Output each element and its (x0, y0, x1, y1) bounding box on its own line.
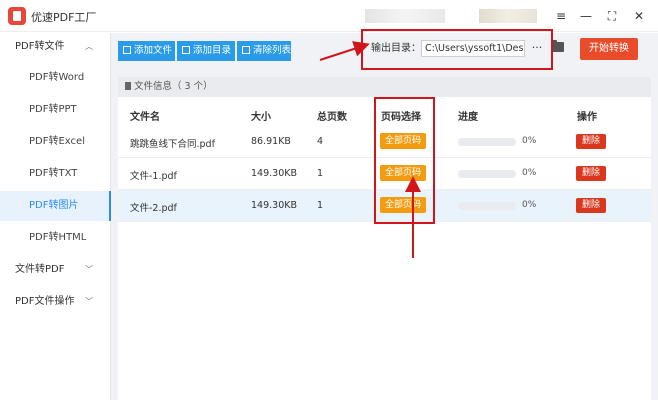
file-name: 跳跳鱼线下合同.pdf (130, 139, 215, 150)
chevron-down-icon: ﹀ (85, 297, 93, 306)
browse-button[interactable]: ··· (529, 40, 545, 57)
table-row[interactable]: 跳跳鱼线下合同.pdf 86.91KB 4 全部页码 0% 删除 (118, 126, 651, 158)
progress-text: 0% (522, 136, 537, 146)
page-count: 1 (317, 200, 324, 211)
delete-button[interactable]: 删除 (576, 166, 606, 181)
progress-bar (458, 202, 516, 210)
column-header-progress: 进度 (458, 112, 478, 123)
column-header-action: 操作 (577, 112, 597, 123)
file-size: 149.30KB (251, 168, 297, 179)
add-folder-label: 添加目录 (193, 45, 232, 56)
app-logo-icon (8, 7, 26, 25)
document-icon (125, 82, 131, 90)
column-header-page-select: 页码选择 (381, 112, 421, 123)
sidebar-item-pdf-to-image[interactable]: PDF转图片 (0, 191, 111, 221)
file-name: 文件-1.pdf (130, 171, 177, 182)
file-icon (123, 46, 131, 54)
nav-group-pdf-operations[interactable]: PDF文件操作 ﹀ (0, 290, 111, 314)
progress-bar (458, 170, 516, 178)
sidebar-item-pdf-to-ppt[interactable]: PDF转PPT (0, 95, 111, 125)
file-size: 149.30KB (251, 200, 297, 211)
output-dir-label: 输出目录： (371, 43, 421, 54)
output-dir-input[interactable]: C:\Users\yssoft1\Deskt (421, 40, 525, 57)
progress-text: 0% (522, 200, 537, 210)
sidebar-item-pdf-to-txt[interactable]: PDF转TXT (0, 159, 111, 189)
table-row[interactable]: 文件-2.pdf 149.30KB 1 全部页码 0% 删除 (118, 190, 651, 222)
progress-bar (458, 138, 516, 146)
page-select-button[interactable]: 全部页码 (380, 197, 426, 213)
column-header-name: 文件名 (130, 112, 160, 123)
page-select-button[interactable]: 全部页码 (380, 133, 426, 149)
title-bar: 优速PDF工厂 ≡ — ⛶ ✕ (0, 0, 658, 32)
sidebar-item-pdf-to-excel[interactable]: PDF转Excel (0, 127, 111, 157)
file-name: 文件-2.pdf (130, 203, 177, 214)
sidebar-item-pdf-to-html[interactable]: PDF转HTML (0, 223, 111, 253)
clear-list-label: 清除列表 (253, 45, 292, 56)
trash-icon (242, 46, 250, 54)
delete-button[interactable]: 删除 (576, 198, 606, 213)
open-folder-icon[interactable] (552, 40, 564, 52)
file-info-text: 文件信息（ 3 个） (134, 81, 213, 92)
chevron-up-icon: ︿ (85, 42, 93, 51)
blurred-user-info (365, 9, 445, 23)
sidebar: PDF转文件 ︿ PDF转Word PDF转PPT PDF转Excel PDF转… (0, 33, 111, 400)
file-table: 文件名 大小 总页数 页码选择 进度 操作 跳跳鱼线下合同.pdf 86.91K… (118, 97, 651, 400)
chevron-down-icon: ﹀ (85, 265, 93, 274)
page-count: 4 (317, 136, 324, 147)
add-file-button[interactable]: 添加文件 (118, 41, 175, 61)
menu-icon[interactable]: ≡ (552, 7, 570, 25)
blurred-account-info (479, 9, 537, 23)
nav-group-label: PDF转文件 (15, 41, 65, 52)
close-icon[interactable]: ✕ (630, 7, 648, 25)
column-header-size: 大小 (251, 112, 271, 123)
page-select-button[interactable]: 全部页码 (380, 165, 426, 181)
nav-group-label: PDF文件操作 (15, 296, 75, 307)
nav-group-pdf-to-file[interactable]: PDF转文件 ︿ (0, 35, 111, 59)
sidebar-item-pdf-to-word[interactable]: PDF转Word (0, 63, 111, 93)
add-folder-button[interactable]: 添加目录 (177, 41, 235, 61)
nav-group-file-to-pdf[interactable]: 文件转PDF ﹀ (0, 258, 111, 282)
add-file-label: 添加文件 (134, 45, 173, 56)
start-convert-button[interactable]: 开始转换 (580, 38, 638, 60)
main-panel: 添加文件 添加目录 清除列表 输出目录： C:\Users\yssoft1\De… (111, 33, 658, 400)
maximize-icon[interactable]: ⛶ (603, 7, 621, 25)
table-row[interactable]: 文件-1.pdf 149.30KB 1 全部页码 0% 删除 (118, 158, 651, 190)
page-count: 1 (317, 168, 324, 179)
app-title: 优速PDF工厂 (31, 11, 97, 24)
column-header-pages: 总页数 (317, 112, 347, 123)
clear-list-button[interactable]: 清除列表 (237, 41, 291, 61)
progress-text: 0% (522, 168, 537, 178)
minimize-icon[interactable]: — (577, 7, 595, 25)
file-info-bar: 文件信息（ 3 个） (118, 77, 651, 97)
nav-group-label: 文件转PDF (15, 264, 65, 275)
folder-icon (182, 46, 190, 54)
file-size: 86.91KB (251, 136, 291, 147)
delete-button[interactable]: 删除 (576, 134, 606, 149)
